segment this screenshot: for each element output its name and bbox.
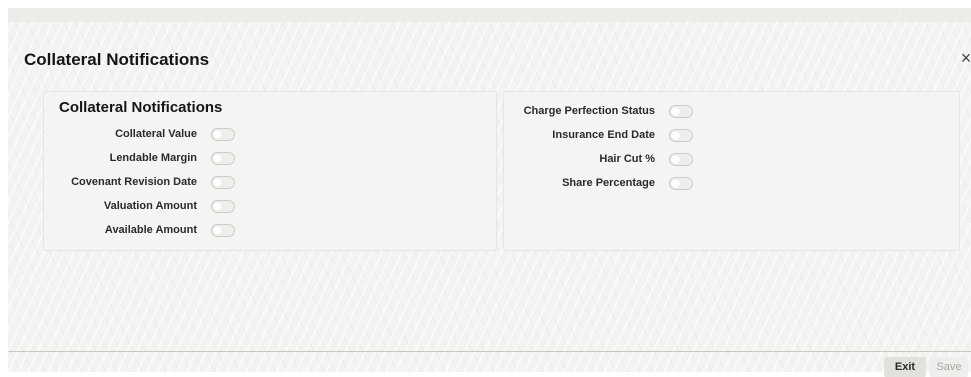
collateral-value-label: Collateral Value — [115, 128, 197, 140]
exit-button[interactable]: Exit — [884, 357, 926, 377]
share-percentage-toggle[interactable] — [669, 176, 693, 190]
covenant-revision-date-row: Covenant Revision Date — [44, 174, 235, 190]
insurance-end-date-row: Insurance End Date — [504, 127, 693, 143]
collateral-value-toggle[interactable] — [211, 127, 235, 141]
available-amount-label: Available Amount — [104, 224, 197, 236]
lendable-margin-toggle[interactable] — [211, 151, 235, 165]
valuation-amount-label: Valuation Amount — [103, 200, 197, 212]
charge-perfection-status-label: Charge Perfection Status — [523, 105, 655, 117]
hair-cut-toggle[interactable] — [669, 152, 693, 166]
save-button[interactable]: Save — [930, 357, 968, 377]
insurance-end-date-toggle[interactable] — [669, 128, 693, 142]
right-panel: Charge Perfection Status Insurance End D… — [503, 91, 960, 251]
dialog: Collateral Notifications × Collateral No… — [8, 8, 971, 372]
lendable-margin-row: Lendable Margin — [44, 150, 235, 166]
hair-cut-row: Hair Cut % — [504, 151, 693, 167]
valuation-amount-row: Valuation Amount — [44, 198, 235, 214]
hair-cut-label: Hair Cut % — [599, 153, 655, 165]
close-icon[interactable]: × — [956, 48, 971, 68]
lendable-margin-label: Lendable Margin — [109, 152, 197, 164]
covenant-revision-date-toggle[interactable] — [211, 175, 235, 189]
collateral-value-row: Collateral Value — [44, 126, 235, 142]
valuation-amount-toggle[interactable] — [211, 199, 235, 213]
dialog-title: Collateral Notifications — [24, 50, 210, 69]
section-title: Collateral Notifications — [59, 99, 223, 116]
covenant-revision-date-label: Covenant Revision Date — [71, 176, 197, 188]
insurance-end-date-label: Insurance End Date — [552, 129, 655, 141]
charge-perfection-status-toggle[interactable] — [669, 104, 693, 118]
left-panel: Collateral Notifications Collateral Valu… — [43, 91, 497, 251]
available-amount-toggle[interactable] — [211, 223, 235, 237]
share-percentage-row: Share Percentage — [504, 175, 693, 191]
share-percentage-label: Share Percentage — [562, 177, 655, 189]
charge-perfection-status-row: Charge Perfection Status — [504, 103, 693, 119]
footer-divider — [8, 351, 971, 352]
available-amount-row: Available Amount — [44, 222, 235, 238]
header-strip — [8, 8, 971, 22]
